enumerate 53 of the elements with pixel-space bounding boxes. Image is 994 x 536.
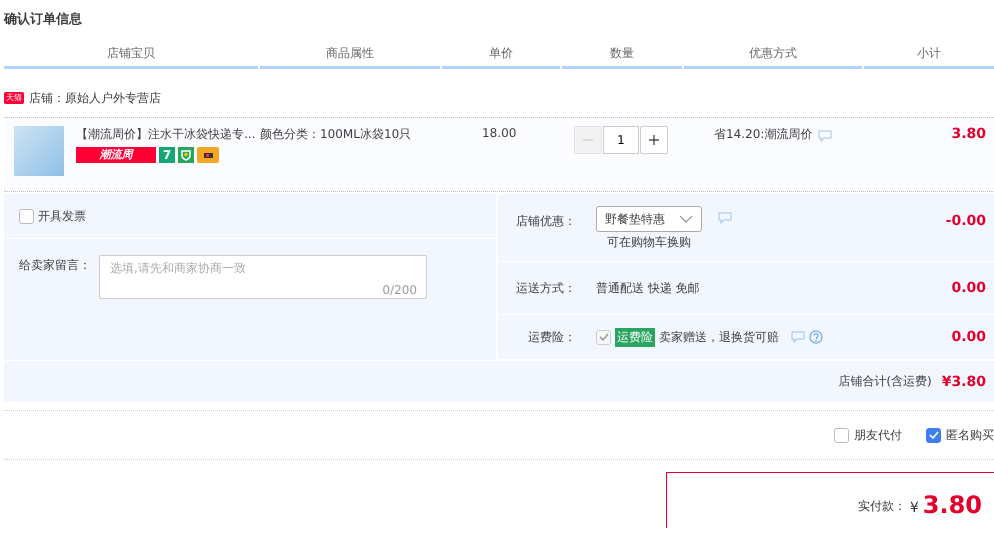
promo-tag: 潮流周	[76, 147, 156, 163]
fee-amount: 0.00	[951, 329, 986, 345]
product-title[interactable]: 【潮流周价】注水干冰袋快递专...	[76, 126, 256, 143]
unit-price: 18.00	[481, 126, 518, 142]
fee-amount: 0.00	[951, 280, 986, 296]
column-header: 优惠方式	[684, 46, 862, 69]
page-title: 确认订单信息	[2, 11, 83, 29]
plus-icon	[648, 134, 660, 146]
fee-label: 店铺优惠：	[515, 213, 576, 230]
coupon-dropdown[interactable]: 野餐垫特惠	[596, 206, 702, 232]
column-header: 小计	[864, 46, 994, 69]
check-icon	[598, 332, 608, 342]
column-header: 数量	[562, 46, 682, 69]
discount-text: 省14.20:潮流周价	[714, 126, 812, 143]
option-label[interactable]: 朋友代付	[854, 426, 902, 444]
chat-icon[interactable]	[818, 130, 832, 142]
character-counter: 0/200	[382, 283, 417, 297]
chat-icon[interactable]	[791, 331, 805, 343]
column-header: 商品属性	[260, 46, 440, 69]
store-total-label: 店铺合计(含运费)	[838, 373, 932, 390]
column-header: 单价	[442, 46, 560, 69]
help-icon[interactable]	[809, 330, 823, 344]
option-label[interactable]: 匿名购买	[946, 426, 994, 444]
payment-amount: 3.80	[922, 492, 982, 518]
fee-amount: -0.00	[946, 213, 986, 229]
plus-button[interactable]	[640, 126, 668, 154]
check-icon	[928, 430, 938, 440]
message-label: 给卖家留言：	[19, 257, 91, 274]
return-tag: 7	[159, 147, 175, 163]
shipping-method: 普通配送 快递 免邮	[596, 280, 700, 296]
column-header: 店铺宝贝	[4, 46, 258, 69]
chat-icon[interactable]	[718, 212, 732, 224]
store-name[interactable]: 店铺：原始人户外专营店	[29, 90, 161, 106]
store-total: ¥3.80	[942, 374, 986, 390]
option-checkbox[interactable]	[926, 428, 941, 442]
option-checkbox[interactable]	[834, 428, 849, 442]
coupon-note: 可在购物车换购	[607, 234, 691, 251]
store-badge: 天猫	[4, 92, 24, 104]
shield-icon	[178, 147, 194, 163]
invoice-label[interactable]: 开具发票	[38, 208, 86, 224]
currency-symbol: ¥	[910, 500, 919, 516]
photo-placeholder[interactable]	[14, 126, 64, 176]
quantity-field[interactable]: 1	[603, 126, 639, 154]
fee-label: 运送方式：	[515, 280, 576, 296]
insurance-tag: 运费险	[615, 328, 655, 346]
payment-label: 实付款：	[858, 498, 906, 515]
invoice-checkbox[interactable]	[19, 208, 34, 224]
product-attribute: 颜色分类：100ML冰袋10只	[260, 126, 412, 143]
insurance-text: 卖家赠送，退换货可赔	[659, 328, 779, 346]
caret-icon	[679, 215, 693, 223]
fee-label: 运费险：	[527, 328, 576, 346]
card-icon	[197, 147, 219, 163]
subtotal: 3.80	[950, 126, 987, 144]
